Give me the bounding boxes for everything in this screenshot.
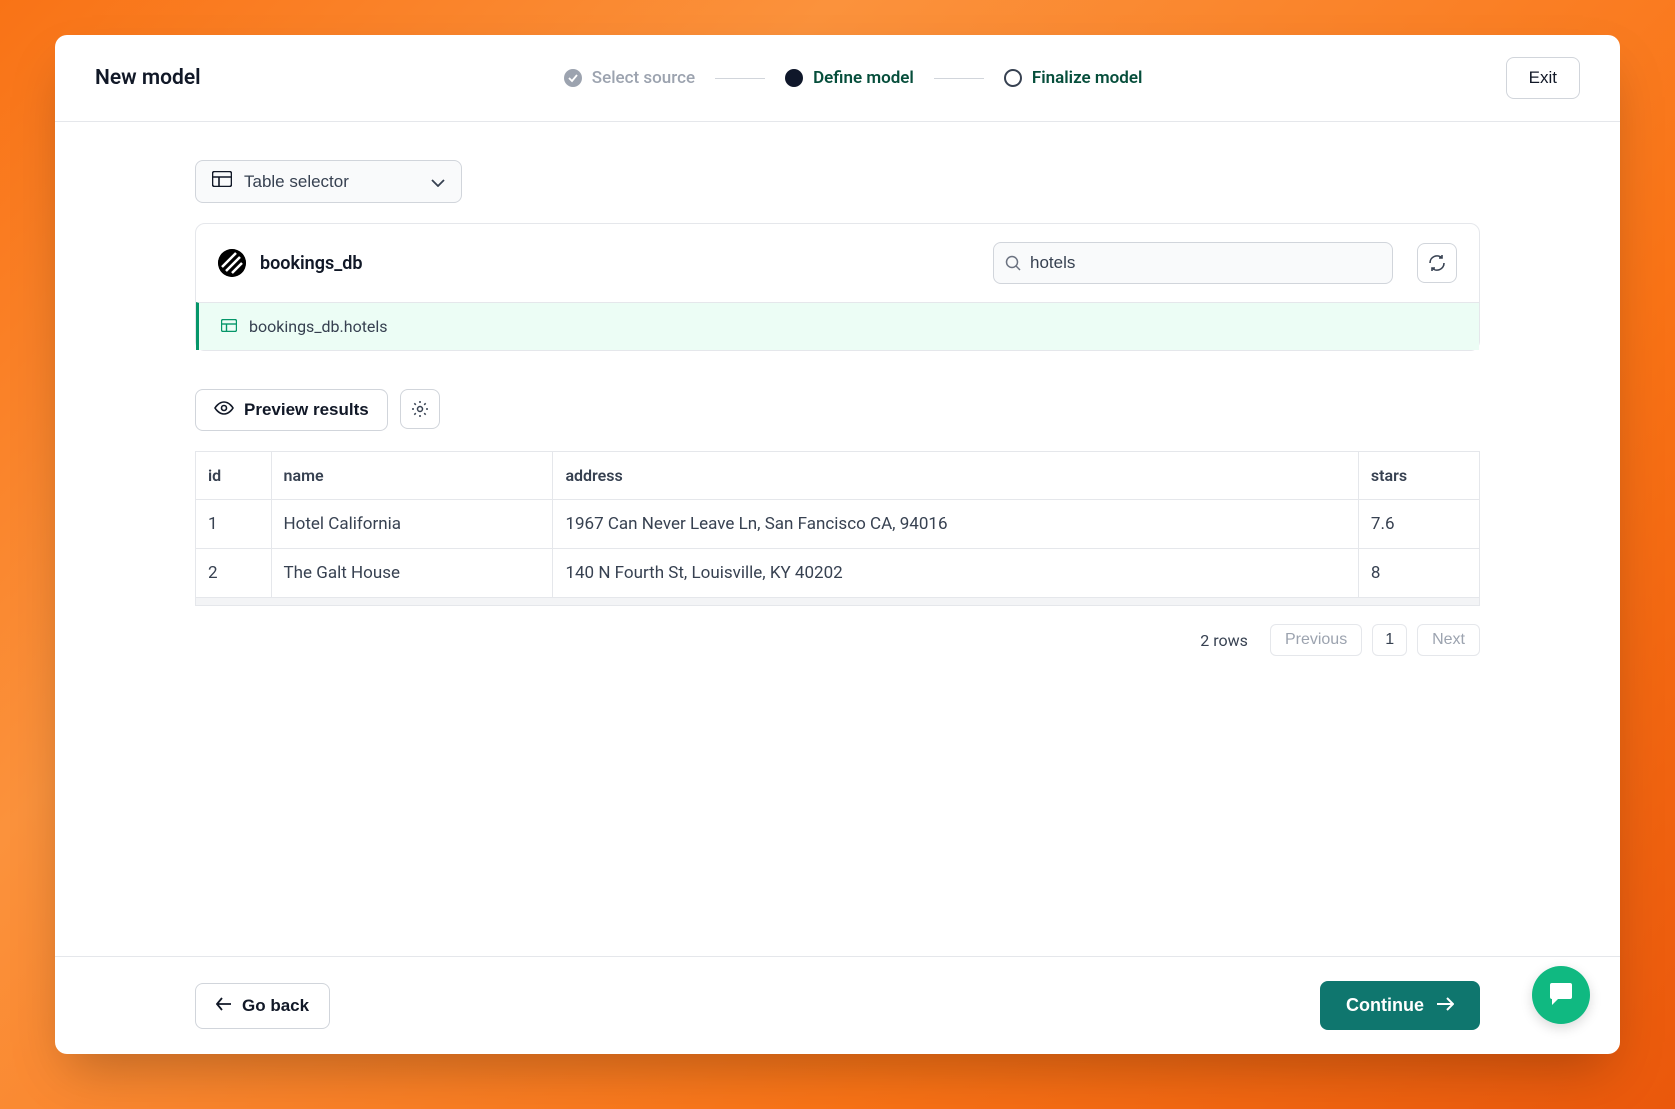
go-back-button[interactable]: Go back	[195, 983, 330, 1029]
database-name: bookings_db	[260, 253, 979, 274]
chevron-down-icon	[431, 172, 445, 192]
dot-icon	[785, 69, 803, 87]
back-label: Go back	[242, 996, 309, 1016]
cell-name: The Galt House	[271, 549, 553, 598]
continue-button[interactable]: Continue	[1320, 981, 1480, 1030]
table-row: 2 The Galt House 140 N Fourth St, Louisv…	[196, 549, 1480, 598]
search-wrapper	[993, 242, 1393, 284]
step-divider	[934, 78, 984, 79]
check-icon	[564, 69, 582, 87]
exit-button[interactable]: Exit	[1506, 57, 1580, 99]
step-label: Define model	[813, 68, 914, 88]
table-selector-dropdown[interactable]: Table selector	[195, 160, 462, 203]
refresh-icon	[1428, 254, 1446, 272]
step-select-source: Select source	[564, 68, 695, 88]
cell-id: 1	[196, 500, 272, 549]
table-footer-bar	[195, 598, 1480, 606]
table-icon	[221, 317, 237, 336]
eye-icon	[214, 400, 234, 420]
database-panel: bookings_db bookings_db.hotels	[195, 223, 1480, 351]
chat-icon	[1546, 981, 1576, 1009]
cell-stars: 8	[1358, 549, 1479, 598]
next-page-button[interactable]: Next	[1417, 624, 1480, 656]
header-bar: New model Select source Define model Fin…	[55, 35, 1620, 122]
modal-window: New model Select source Define model Fin…	[55, 35, 1620, 1054]
row-count: 2 rows	[1200, 631, 1248, 650]
step-define-model: Define model	[785, 68, 914, 88]
column-header: name	[271, 452, 553, 500]
search-icon	[1005, 255, 1021, 271]
cell-address: 1967 Can Never Leave Ln, San Fancisco CA…	[553, 500, 1358, 549]
main-content: Table selector bookings_db	[55, 122, 1620, 956]
table-path: bookings_db.hotels	[249, 317, 388, 336]
table-search-input[interactable]	[993, 242, 1393, 284]
continue-label: Continue	[1346, 995, 1424, 1016]
column-header: id	[196, 452, 272, 500]
cell-name: Hotel California	[271, 500, 553, 549]
chat-support-button[interactable]	[1532, 966, 1590, 1024]
preview-results-button[interactable]: Preview results	[195, 389, 388, 431]
preview-label: Preview results	[244, 400, 369, 420]
table-row: 1 Hotel California 1967 Can Never Leave …	[196, 500, 1480, 549]
previous-page-button[interactable]: Previous	[1270, 624, 1362, 656]
cell-id: 2	[196, 549, 272, 598]
selector-label: Table selector	[244, 172, 349, 192]
page-title: New model	[95, 66, 201, 90]
stepper: Select source Define model Finalize mode…	[564, 68, 1143, 88]
settings-button[interactable]	[400, 389, 440, 429]
step-label: Finalize model	[1032, 68, 1143, 88]
page-number-button[interactable]: 1	[1372, 624, 1407, 656]
action-row: Preview results	[195, 389, 1480, 431]
footer-bar: Go back Continue	[55, 956, 1620, 1054]
cell-address: 140 N Fourth St, Louisville, KY 40202	[553, 549, 1358, 598]
arrow-right-icon	[1436, 995, 1454, 1016]
column-header: stars	[1358, 452, 1479, 500]
column-header: address	[553, 452, 1358, 500]
results-table: id name address stars 1 Hotel California…	[195, 451, 1480, 598]
planetscale-logo-icon	[218, 249, 246, 277]
step-divider	[715, 78, 765, 79]
table-icon	[212, 171, 232, 192]
table-list-item[interactable]: bookings_db.hotels	[196, 302, 1479, 350]
refresh-button[interactable]	[1417, 243, 1457, 283]
arrow-left-icon	[216, 996, 232, 1016]
database-header: bookings_db	[196, 224, 1479, 302]
gear-icon	[411, 400, 429, 418]
step-label: Select source	[592, 68, 695, 88]
table-header-row: id name address stars	[196, 452, 1480, 500]
cell-stars: 7.6	[1358, 500, 1479, 549]
pagination: 2 rows Previous 1 Next	[195, 624, 1480, 656]
step-finalize-model: Finalize model	[1004, 68, 1143, 88]
circle-icon	[1004, 69, 1022, 87]
